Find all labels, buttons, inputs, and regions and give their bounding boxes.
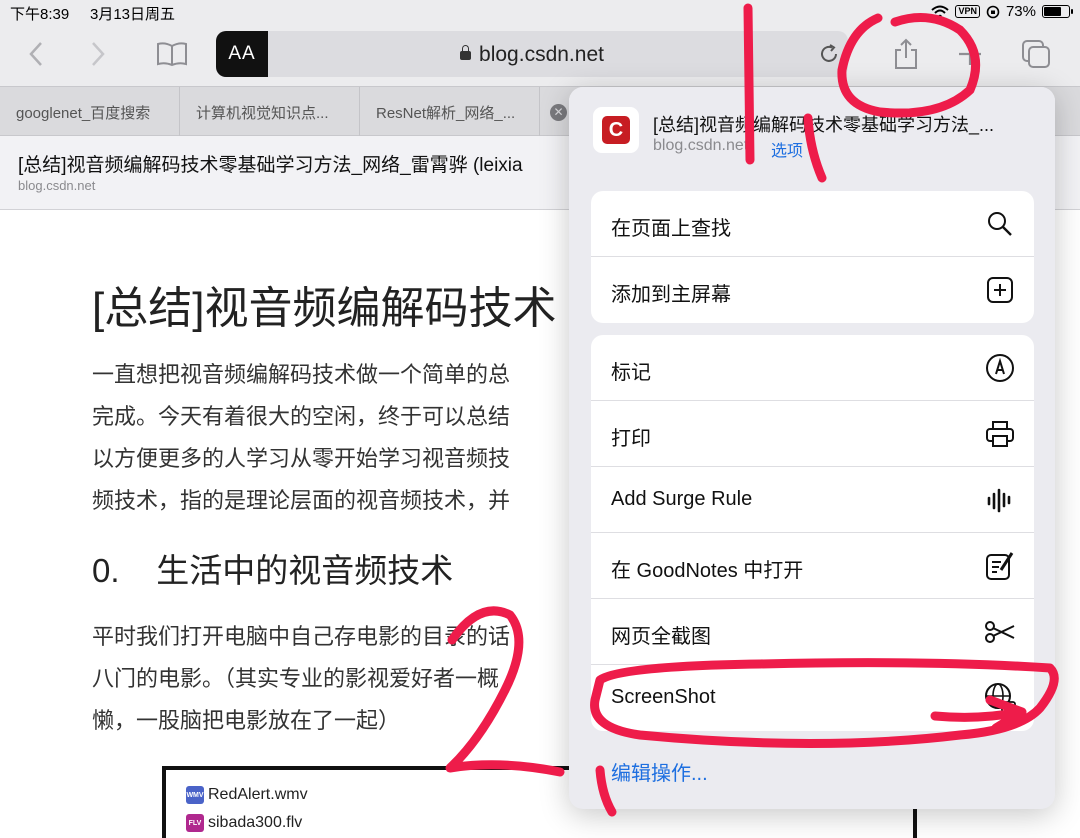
share-sheet: C [总结]视音频编解码技术零基础学习方法_... blog.csdn.net …	[569, 87, 1055, 809]
address-bar[interactable]: AA blog.csdn.net	[216, 31, 848, 77]
status-right: VPN 73%	[931, 3, 1073, 20]
new-tab-button[interactable]	[950, 34, 990, 74]
tab-label: googlenet_百度搜索	[16, 104, 151, 122]
markup-icon	[984, 352, 1016, 384]
flv-file-icon: FLV	[186, 814, 204, 832]
battery-percent: 73%	[1005, 3, 1036, 20]
options-link[interactable]: 选项	[771, 137, 803, 161]
paragraph-line: 完成。今天有着很大的空闲，终于可以总结	[92, 404, 511, 429]
chevron-left-icon	[29, 42, 42, 66]
tab-overview-button[interactable]	[1016, 34, 1056, 74]
orientation-lock-icon	[986, 5, 1000, 18]
tabs-icon	[1022, 40, 1050, 68]
search-icon	[984, 208, 1016, 240]
action-label: ScreenShot	[611, 686, 716, 708]
share-page-domain: blog.csdn.net	[653, 137, 749, 154]
plus-icon	[959, 43, 981, 65]
action-label: 在页面上查找	[611, 218, 731, 240]
action-group-2: 标记 打印 Add Surge Rule 在 GoodNotes 中打开 网页全…	[591, 335, 1034, 731]
paragraph-line: 懒，一股脑把电影放在了一起）	[92, 708, 401, 733]
action-label: 标记	[611, 362, 651, 384]
file-item: WMV RedAlert.wmv	[186, 786, 308, 804]
status-date: 3月13日周五	[90, 6, 176, 23]
vpn-badge: VPN	[955, 5, 980, 18]
paragraph-line: 以方便更多的人学习从零开始学习视音频技	[92, 446, 511, 471]
screenshot-row[interactable]: ScreenShot	[591, 665, 1034, 731]
forward-button[interactable]	[78, 34, 118, 74]
site-icon: C	[593, 107, 639, 153]
share-icon	[895, 38, 917, 69]
action-label: 添加到主屏幕	[611, 284, 731, 306]
book-icon	[157, 42, 187, 67]
tab-resnet[interactable]: ResNet解析_网络_...	[360, 87, 540, 137]
tab-label: ResNet解析_网络_...	[376, 104, 516, 122]
share-page-title: [总结]视音频编解码技术零基础学习方法_...	[653, 115, 995, 135]
waveform-icon	[984, 484, 1016, 516]
back-button[interactable]	[16, 34, 56, 74]
add-surge-rule-row[interactable]: Add Surge Rule	[591, 467, 1034, 533]
tab-googlenet[interactable]: googlenet_百度搜索	[0, 87, 180, 137]
file-item: FLV sibada300.flv	[186, 814, 302, 832]
wifi-icon	[931, 5, 950, 18]
paragraph-line: 一直想把视音频编解码技术做一个简单的总	[92, 362, 511, 387]
find-on-page-row[interactable]: 在页面上查找	[591, 191, 1034, 257]
status-bar: 下午8:39 3月13日周五 VPN 73%	[0, 0, 1080, 24]
paragraph-line: 频技术，指的是理论层面的视音频技术，并	[92, 488, 511, 513]
url-text: blog.csdn.net	[479, 43, 604, 66]
add-to-home-screen-row[interactable]: 添加到主屏幕	[591, 257, 1034, 323]
globe-camera-icon	[984, 682, 1016, 714]
open-in-goodnotes-row[interactable]: 在 GoodNotes 中打开	[591, 533, 1034, 599]
note-pencil-icon	[984, 550, 1016, 582]
status-time: 下午8:39	[10, 6, 70, 23]
print-row[interactable]: 打印	[591, 401, 1034, 467]
share-sheet-header: C [总结]视音频编解码技术零基础学习方法_... blog.csdn.net …	[569, 87, 1055, 179]
action-group-1: 在页面上查找 添加到主屏幕	[591, 191, 1034, 323]
close-tab-icon[interactable]: ✕	[550, 103, 567, 121]
tab-cv-knowledge[interactable]: 计算机视觉知识点...	[180, 87, 360, 137]
full-page-screenshot-row[interactable]: 网页全截图	[591, 599, 1034, 665]
paragraph-line: 平时我们打开电脑中自己存电影的目录的话	[92, 624, 511, 649]
add-square-icon	[984, 274, 1016, 306]
action-label: 打印	[611, 428, 651, 450]
wmv-file-icon: WMV	[186, 786, 204, 804]
battery-icon	[1042, 5, 1073, 18]
lock-icon	[460, 45, 472, 60]
action-label: 在 GoodNotes 中打开	[611, 560, 804, 582]
browser-toolbar: AA blog.csdn.net	[0, 24, 1080, 86]
action-label: 网页全截图	[611, 626, 711, 648]
page-title: [总结]视音频编解码技术零基础学习方法_网络_雷霄骅 (leixia	[18, 155, 523, 176]
edit-actions-link[interactable]: 编辑操作...	[611, 757, 708, 786]
battery-fill	[1044, 7, 1061, 16]
page-domain: blog.csdn.net	[18, 178, 96, 193]
article-heading: [总结]视音频编解码技术	[92, 284, 557, 333]
reload-icon[interactable]	[818, 43, 840, 65]
markup-row[interactable]: 标记	[591, 335, 1034, 401]
paragraph-line: 八门的电影。（其实专业的影视爱好者一概	[92, 666, 500, 691]
file-name: RedAlert.wmv	[208, 786, 308, 803]
action-label: Add Surge Rule	[611, 488, 753, 510]
url-display[interactable]: blog.csdn.net	[216, 43, 848, 67]
csdn-logo-icon: C	[602, 116, 630, 144]
chevron-right-icon	[92, 42, 105, 66]
share-button[interactable]	[886, 34, 926, 74]
file-name: sibada300.flv	[208, 814, 303, 831]
section-heading: 0. 生活中的视音频技术	[92, 552, 454, 589]
printer-icon	[984, 418, 1016, 450]
scissors-icon	[984, 616, 1016, 648]
bookmarks-button[interactable]	[152, 34, 192, 74]
tab-label: 计算机视觉知识点...	[196, 104, 329, 122]
